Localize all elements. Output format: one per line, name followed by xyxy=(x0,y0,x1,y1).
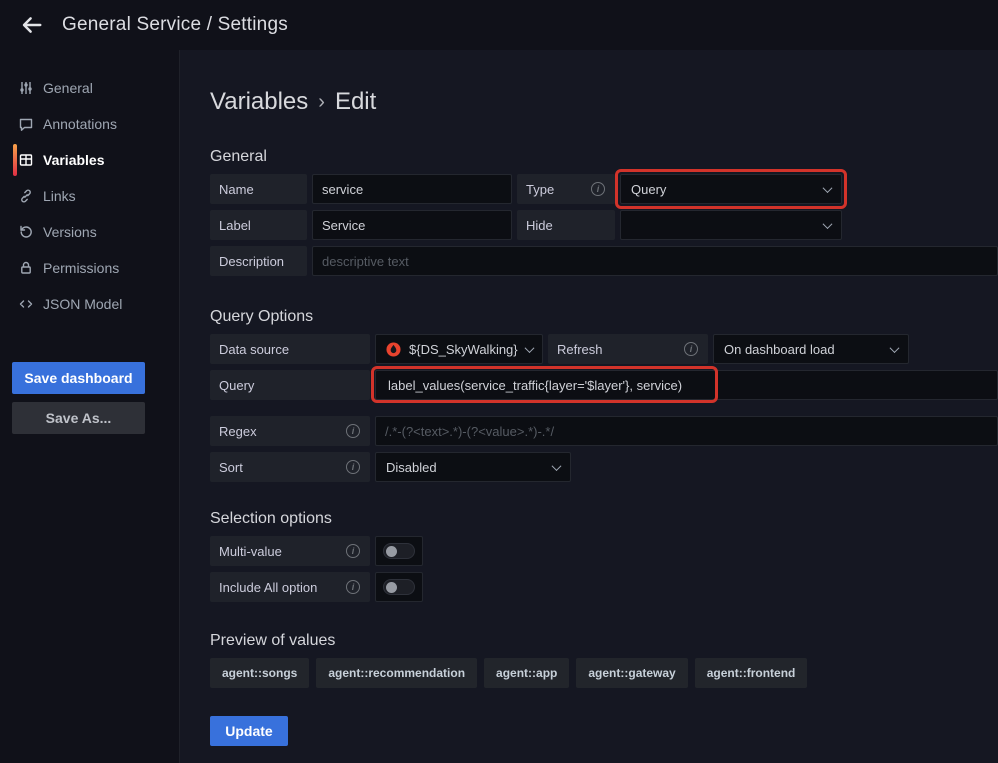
chevron-down-icon xyxy=(552,461,562,471)
refresh-select[interactable]: On dashboard load xyxy=(713,334,909,364)
query-row: Query xyxy=(210,370,998,400)
code-icon xyxy=(18,296,34,312)
query-label: Query xyxy=(210,370,370,400)
general-heading: General xyxy=(210,148,998,166)
breadcrumb: Variables › Edit xyxy=(210,88,998,116)
hide-label: Hide xyxy=(517,210,615,240)
arrow-left-icon xyxy=(21,14,43,36)
sidebar-item-permissions[interactable]: Permissions xyxy=(0,250,179,286)
toggle-track xyxy=(383,579,415,595)
sidebar-item-links[interactable]: Links xyxy=(0,178,179,214)
grid-icon xyxy=(18,152,34,168)
include-all-label: Include All option xyxy=(210,572,370,602)
sidebar-item-label: Permissions xyxy=(43,260,119,276)
type-label: Type xyxy=(517,174,615,204)
regex-label: Regex xyxy=(210,416,370,446)
sidebar-item-annotations[interactable]: Annotations xyxy=(0,106,179,142)
query-input[interactable] xyxy=(375,370,998,400)
sliders-icon xyxy=(18,80,34,96)
preview-chip: agent::frontend xyxy=(695,658,808,688)
preview-chip: agent::app xyxy=(484,658,569,688)
toggle-knob xyxy=(386,546,397,557)
sidebar-item-label: JSON Model xyxy=(43,296,122,312)
multi-value-row: Multi-value xyxy=(210,536,998,566)
sort-row: Sort Disabled xyxy=(210,452,998,482)
sidebar-item-label: Links xyxy=(43,188,76,204)
datasource-select[interactable]: ${DS_SkyWalking} xyxy=(375,334,543,364)
comment-icon xyxy=(18,116,34,132)
chevron-down-icon xyxy=(524,343,534,353)
sidebar-item-general[interactable]: General xyxy=(0,70,179,106)
name-type-row: Name Type Query xyxy=(210,174,998,204)
chevron-down-icon xyxy=(890,343,900,353)
label-hide-row: Label Hide xyxy=(210,210,998,240)
history-icon xyxy=(18,224,34,240)
sidebar-item-label: General xyxy=(43,80,93,96)
description-label: Description xyxy=(210,246,307,276)
breadcrumb-variables-link[interactable]: Variables xyxy=(210,88,308,116)
multi-value-info-icon[interactable] xyxy=(346,544,360,558)
preview-values: agent::songs agent::recommendation agent… xyxy=(210,658,998,688)
selection-options-heading: Selection options xyxy=(210,510,998,528)
multi-value-label: Multi-value xyxy=(210,536,370,566)
name-input[interactable] xyxy=(312,174,512,204)
regex-row: Regex xyxy=(210,416,998,446)
sidebar-item-json-model[interactable]: JSON Model xyxy=(0,286,179,322)
sidebar-item-variables[interactable]: Variables xyxy=(0,142,179,178)
description-input[interactable] xyxy=(312,246,998,276)
description-row: Description xyxy=(210,246,998,276)
sort-select[interactable]: Disabled xyxy=(375,452,571,482)
save-dashboard-button[interactable]: Save dashboard xyxy=(12,362,145,394)
breadcrumb-separator: › xyxy=(318,91,325,114)
name-label: Name xyxy=(210,174,307,204)
settings-sidebar: General Annotations Variables xyxy=(0,50,180,763)
type-info-icon[interactable] xyxy=(591,182,605,196)
sidebar-item-label: Annotations xyxy=(43,116,117,132)
preview-chip: agent::gateway xyxy=(576,658,687,688)
update-button[interactable]: Update xyxy=(210,716,288,746)
include-all-info-icon[interactable] xyxy=(346,580,360,594)
toggle-track xyxy=(383,543,415,559)
back-button[interactable] xyxy=(16,9,48,41)
save-as-button[interactable]: Save As... xyxy=(12,402,145,434)
regex-input[interactable] xyxy=(375,416,998,446)
include-all-toggle[interactable] xyxy=(375,572,423,602)
sidebar-item-versions[interactable]: Versions xyxy=(0,214,179,250)
active-indicator xyxy=(13,144,17,176)
link-icon xyxy=(18,188,34,204)
query-options-heading: Query Options xyxy=(210,308,998,326)
preview-chip: agent::songs xyxy=(210,658,309,688)
chevron-down-icon xyxy=(823,183,833,193)
type-select[interactable]: Query xyxy=(620,174,842,204)
refresh-label: Refresh xyxy=(548,334,708,364)
sidebar-item-label: Versions xyxy=(43,224,97,240)
settings-header: General Service / Settings xyxy=(0,0,998,50)
datasource-refresh-row: Data source ${DS_SkyWalking} xyxy=(210,334,998,364)
datasource-label: Data source xyxy=(210,334,370,364)
label-input[interactable] xyxy=(312,210,512,240)
page-title: General Service / Settings xyxy=(62,14,288,36)
sort-label: Sort xyxy=(210,452,370,482)
chevron-down-icon xyxy=(823,219,833,229)
skywalking-datasource-icon xyxy=(386,342,401,357)
label-label: Label xyxy=(210,210,307,240)
include-all-row: Include All option xyxy=(210,572,998,602)
multi-value-toggle[interactable] xyxy=(375,536,423,566)
sidebar-item-label: Variables xyxy=(43,152,105,168)
toggle-knob xyxy=(386,582,397,593)
breadcrumb-current: Edit xyxy=(335,88,376,116)
preview-chip: agent::recommendation xyxy=(316,658,477,688)
refresh-info-icon[interactable] xyxy=(684,342,698,356)
hide-select[interactable] xyxy=(620,210,842,240)
lock-icon xyxy=(18,260,34,276)
sort-info-icon[interactable] xyxy=(346,460,360,474)
variables-edit-panel: Variables › Edit General Name Type Query xyxy=(180,50,998,763)
preview-heading: Preview of values xyxy=(210,632,998,650)
regex-info-icon[interactable] xyxy=(346,424,360,438)
